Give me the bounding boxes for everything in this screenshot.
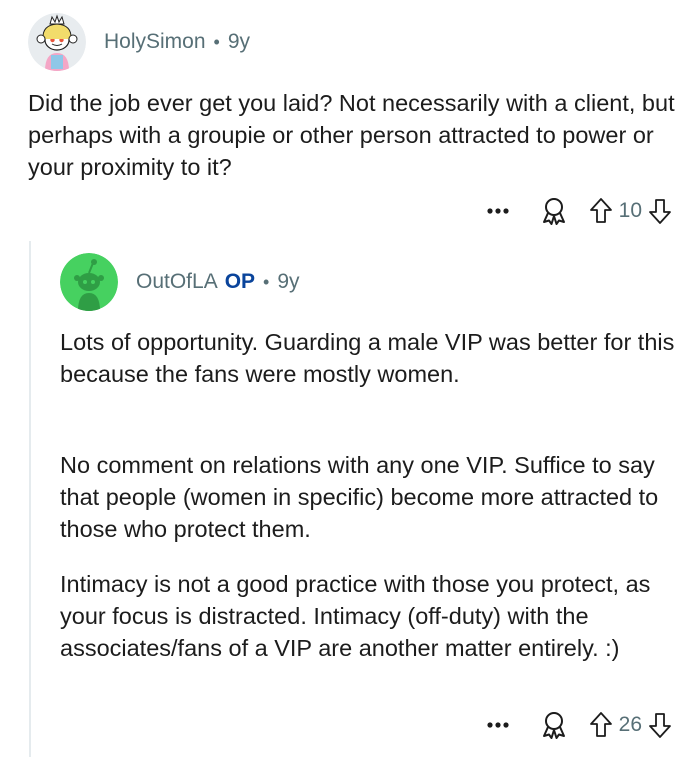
comment-header: OutOfLA OP • 9y [60,253,300,311]
vote-score: 10 [618,199,642,222]
award-icon[interactable] [539,196,569,226]
comment-header: HolySimon • 9y [28,12,250,72]
downvote-icon[interactable] [648,197,672,225]
comment-paragraph: Intimacy is not a good practice with tho… [60,571,651,661]
comment-body: Did the job ever get you laid? Not neces… [28,90,675,180]
avatar[interactable] [60,253,118,311]
more-options-button[interactable] [483,710,513,740]
more-options-button[interactable] [483,196,513,226]
ellipsis-icon [487,208,509,214]
meta-separator: • [213,31,220,52]
timestamp[interactable]: 9y [277,270,299,294]
upvote-icon[interactable] [589,711,613,739]
comment-paragraph: Lots of opportunity. Guarding a male VIP… [60,329,675,387]
username[interactable]: HolySimon [104,30,206,54]
snoo-avatar-icon [28,13,86,71]
ellipsis-icon [487,722,509,728]
op-badge: OP [224,270,256,293]
comment-paragraph: No comment on relations with any one VIP… [60,452,659,542]
meta-separator: • [263,271,270,292]
avatar[interactable] [28,13,86,71]
snoo-avatar-icon [60,253,118,311]
comment-holysimon: HolySimon • 9y Did the job ever get you … [0,0,700,240]
username[interactable]: OutOfLA [136,270,218,294]
comment-actions: 10 [483,196,672,226]
comment-actions: 26 [483,710,672,740]
vote-score: 26 [618,713,642,736]
downvote-icon[interactable] [648,711,672,739]
award-icon[interactable] [539,710,569,740]
timestamp[interactable]: 9y [228,30,250,54]
upvote-icon[interactable] [589,197,613,225]
